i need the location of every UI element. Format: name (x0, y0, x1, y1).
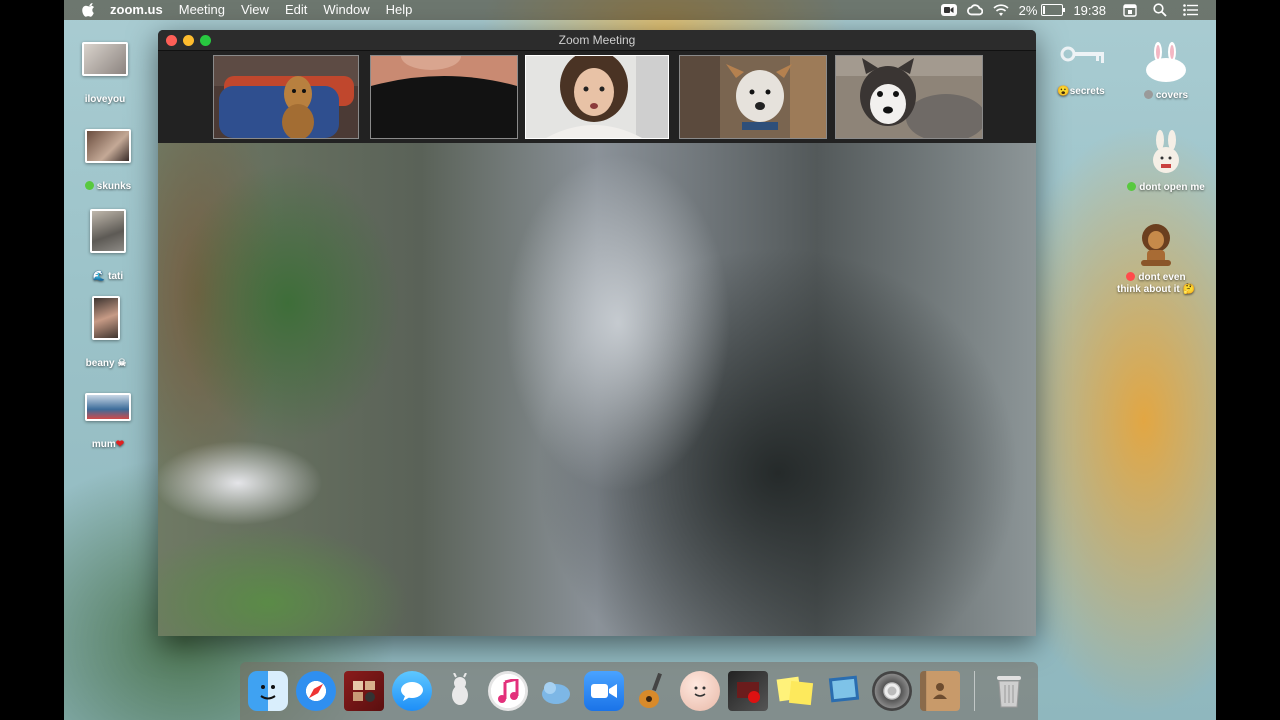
green-tag-icon (84, 181, 94, 190)
desktop-icon-label: tati (108, 271, 124, 282)
menubar-clock[interactable]: 19:38 (1073, 3, 1106, 18)
participant-tile-terrier[interactable] (679, 55, 827, 139)
folder-thumbnail (85, 393, 131, 421)
participant-tile-dachshund[interactable] (213, 55, 359, 139)
desktop-icon-beany[interactable]: beany ☠ (64, 296, 161, 370)
desktop-icon-dont-even-think-about-it[interactable]: dont even think about it 🤔 (1101, 220, 1211, 296)
folder-thumbnail (90, 209, 126, 253)
creative-cloud-icon[interactable] (966, 3, 983, 17)
dock (240, 662, 1038, 720)
desktop-icon-covers[interactable]: covers (1111, 42, 1216, 102)
photo-booth-2-icon[interactable] (728, 671, 768, 711)
desktop-icon-label: beany (85, 358, 115, 369)
lion-icon (1133, 220, 1179, 268)
desktop-icon-dont-open-me[interactable]: dont open me (1111, 130, 1216, 194)
calendar-icon[interactable] (1122, 3, 1138, 17)
bunny-icon (1149, 130, 1183, 174)
menu-bar: zoom.us Meeting View Edit Window Help 2%… (64, 0, 1216, 20)
menu-window[interactable]: Window (323, 0, 369, 20)
skull-emoji-icon: ☠ (117, 358, 127, 369)
husky-video-frame (836, 56, 982, 138)
zoom-icon[interactable] (584, 671, 624, 711)
key-icon (1060, 42, 1104, 72)
participant-gallery-strip (158, 51, 1036, 143)
desktop-icon-skunks[interactable]: skunks (64, 129, 163, 193)
folder-thumbnail (92, 296, 120, 340)
woman-video-frame (526, 56, 668, 138)
red-tag-icon (1126, 272, 1136, 281)
participant-tile-woman[interactable] (525, 55, 669, 139)
folder-thumbnail (85, 129, 131, 163)
zoom-status-icon[interactable] (940, 3, 957, 17)
window-title: Zoom Meeting (558, 33, 636, 47)
person-video-frame (371, 56, 517, 138)
battery-percentage[interactable]: 2% (1019, 3, 1038, 18)
notification-center-icon[interactable] (1182, 3, 1198, 17)
menu-view[interactable]: View (241, 0, 269, 20)
desktop-icon-tati[interactable]: 🌊 tati (64, 209, 163, 283)
spotlight-search-icon[interactable] (1152, 3, 1168, 17)
photo-booth-icon[interactable] (344, 671, 384, 711)
stickies-icon[interactable] (776, 671, 816, 711)
desktop-icon-iloveyou[interactable]: iloveyou (64, 42, 160, 106)
safari-icon[interactable] (296, 671, 336, 711)
menu-edit[interactable]: Edit (285, 0, 307, 20)
wifi-icon[interactable] (993, 3, 1009, 17)
menu-app-name[interactable]: zoom.us (110, 0, 163, 20)
finder-icon[interactable] (248, 671, 288, 711)
system-preferences-icon[interactable] (872, 671, 912, 711)
heart-emoji-icon: ❤ (115, 439, 125, 450)
apple-logo-icon[interactable] (82, 3, 96, 17)
desktop-icon-label: covers (1155, 90, 1189, 101)
dachshund-video-frame (214, 56, 358, 138)
active-speaker-video[interactable] (158, 143, 1036, 636)
contacts-icon[interactable] (920, 671, 960, 711)
gray-tag-icon (1143, 90, 1153, 99)
green-tag-icon (1127, 182, 1137, 191)
inkscape-icon[interactable] (440, 671, 480, 711)
wave-emoji-icon: 🌊 (92, 271, 106, 282)
menu-help[interactable]: Help (386, 0, 413, 20)
itunes-icon[interactable] (488, 671, 528, 711)
desktop-icon-label: skunks (96, 181, 132, 192)
smiley-emoji-icon: 😮 (1057, 86, 1070, 97)
battery-icon[interactable] (1041, 4, 1066, 16)
desktop-icon-label: dont open me (1139, 182, 1205, 193)
desktop-icon-label: secrets (1069, 86, 1105, 97)
garageband-icon[interactable] (632, 671, 672, 711)
thinking-emoji-icon: 🤔 (1182, 284, 1195, 295)
trash-icon[interactable] (989, 671, 1029, 711)
zoom-meeting-window: Zoom Meeting (158, 30, 1036, 636)
bunny-icon (1144, 42, 1188, 82)
desktop-icon-label: iloveyou (84, 94, 126, 105)
terrier-video-frame (680, 56, 826, 138)
menu-meeting[interactable]: Meeting (179, 0, 225, 20)
folder-thumbnail (82, 42, 128, 76)
desktop-icon-label: mum (91, 439, 116, 450)
desktop-icon-mum[interactable]: mum❤ (64, 393, 163, 451)
messages-icon[interactable] (392, 671, 432, 711)
dock-separator (974, 671, 975, 711)
participant-tile-husky[interactable] (835, 55, 983, 139)
sequel-pro-icon[interactable] (536, 671, 576, 711)
window-titlebar[interactable]: Zoom Meeting (158, 30, 1036, 51)
status-area: 2% 19:38 (931, 3, 1198, 18)
face-app-icon[interactable] (680, 671, 720, 711)
participant-tile-person-black-shirt[interactable] (370, 55, 518, 139)
preview-icon[interactable] (824, 671, 864, 711)
